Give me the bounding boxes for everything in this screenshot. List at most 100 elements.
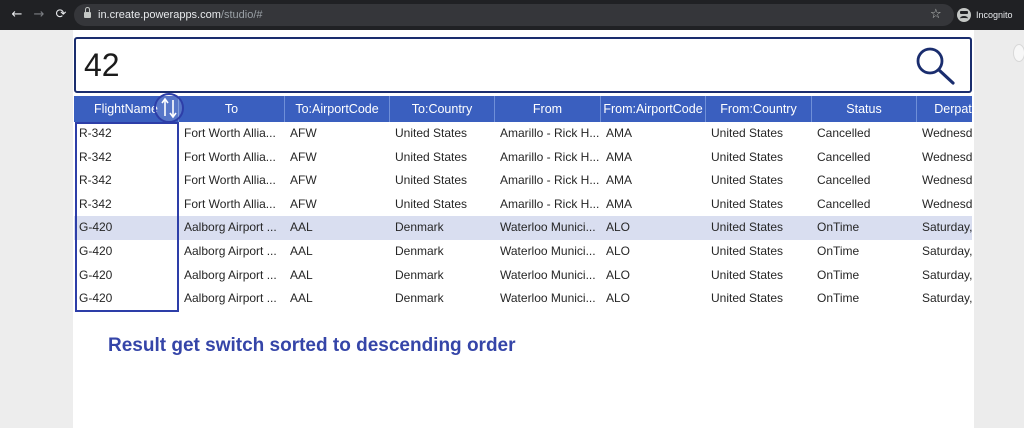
- table-cell: United States: [711, 173, 784, 188]
- table-cell: AFW: [290, 126, 317, 140]
- table-row[interactable]: G-420 Aalborg Airport ... AAL Denmark Waterl…: [74, 216, 972, 240]
- table-cell: AMA: [606, 126, 633, 140]
- table-cell: Saturday,: [922, 291, 972, 306]
- table-cell: OnTime: [817, 267, 860, 282]
- table-row[interactable]: G-420 Aalborg Airport ... AAL Denmark Waterl…: [74, 264, 972, 288]
- table-cell: Wednesd: [922, 126, 972, 140]
- browser-toolbar: ← → ⟳ in.create.powerapps.com/studio/# ☆…: [0, 0, 1024, 30]
- table-cell: Aalborg Airport ...: [184, 291, 277, 306]
- table-cell: AAL: [290, 244, 313, 258]
- table-cell: Waterloo Munici...: [500, 220, 596, 235]
- table-cell: ALO: [606, 267, 631, 282]
- incognito-label: Incognito: [976, 10, 1013, 20]
- column-header-to[interactable]: To: [179, 96, 285, 122]
- table-cell: Fort Worth Allia...: [184, 149, 276, 164]
- table-cell: United States: [711, 149, 784, 164]
- table-cell: Saturday,: [922, 267, 972, 282]
- table-cell: AAL: [290, 267, 313, 282]
- sort-arrows-icon[interactable]: [153, 92, 185, 124]
- table-row[interactable]: R-342 Fort Worth Allia... AFW United States…: [74, 169, 972, 193]
- table-cell: AAL: [290, 220, 313, 235]
- table-cell: OnTime: [817, 220, 860, 235]
- table-row[interactable]: R-342 Fort Worth Allia... AFW United States…: [74, 122, 972, 146]
- star-icon[interactable]: ☆: [930, 7, 942, 23]
- url-host: in.create.powerapps.com: [98, 9, 221, 21]
- table-cell: Cancelled: [817, 173, 871, 188]
- table-row[interactable]: G-420 Aalborg Airport ... AAL Denmark Waterl…: [74, 240, 972, 264]
- search-input[interactable]: [84, 45, 884, 85]
- table-cell: Amarillo - Rick H...: [500, 149, 600, 164]
- table-cell: Aalborg Airport ...: [184, 267, 277, 282]
- table-cell: Cancelled: [817, 126, 871, 140]
- table-cell: Wednesd: [922, 149, 972, 164]
- column-header-derpatu[interactable]: Derpatu: [917, 96, 972, 122]
- table-cell: Fort Worth Allia...: [184, 196, 276, 211]
- flights-data-table: FlightName To To:AirportCode To:Country From…: [74, 96, 972, 312]
- search-box[interactable]: [74, 37, 972, 93]
- studio-gutter: [974, 30, 1024, 428]
- column-header-to-airportcode[interactable]: To:AirportCode: [285, 96, 390, 122]
- table-cell: United States: [711, 196, 784, 211]
- table-cell: Fort Worth Allia...: [184, 126, 276, 140]
- table-cell: Denmark: [395, 220, 444, 235]
- table-cell: Cancelled: [817, 196, 871, 211]
- url-text[interactable]: in.create.powerapps.com/studio/#: [98, 7, 263, 23]
- table-cell: Denmark: [395, 291, 444, 306]
- table-cell: Aalborg Airport ...: [184, 244, 277, 258]
- table-cell: Cancelled: [817, 149, 871, 164]
- table-cell: OnTime: [817, 291, 860, 306]
- table-cell: Wednesd: [922, 196, 972, 211]
- table-cell: AMA: [606, 196, 633, 211]
- table-cell: Saturday,: [922, 220, 972, 235]
- forward-icon[interactable]: →: [30, 6, 48, 24]
- reload-icon[interactable]: ⟳: [52, 6, 70, 24]
- lock-icon: [84, 7, 91, 19]
- table-cell: ALO: [606, 220, 631, 235]
- table-cell: United States: [395, 126, 468, 140]
- back-icon[interactable]: ←: [8, 6, 26, 24]
- table-header: FlightName To To:AirportCode To:Country From…: [74, 96, 972, 122]
- table-cell: Waterloo Munici...: [500, 267, 596, 282]
- table-cell: Wednesd: [922, 173, 972, 188]
- table-cell: ALO: [606, 244, 631, 258]
- table-cell: OnTime: [817, 244, 860, 258]
- table-cell: United States: [711, 126, 784, 140]
- table-cell: Saturday,: [922, 244, 972, 258]
- search-icon[interactable]: [914, 46, 956, 86]
- url-path: /studio/#: [220, 9, 263, 21]
- table-cell: Amarillo - Rick H...: [500, 173, 600, 188]
- table-cell: AFW: [290, 149, 317, 164]
- table-cell: Amarillo - Rick H...: [500, 126, 600, 140]
- table-cell: AFW: [290, 196, 317, 211]
- table-cell: United States: [395, 173, 468, 188]
- table-cell: AMA: [606, 149, 633, 164]
- address-bar[interactable]: in.create.powerapps.com/studio/#: [74, 4, 954, 26]
- table-cell: United States: [395, 196, 468, 211]
- column-header-to-country[interactable]: To:Country: [390, 96, 495, 122]
- table-cell: AFW: [290, 173, 317, 188]
- column-header-from[interactable]: From: [495, 96, 601, 122]
- table-cell: United States: [395, 149, 468, 164]
- table-cell: Aalborg Airport ...: [184, 220, 277, 235]
- table-row[interactable]: G-420 Aalborg Airport ... AAL Denmark Waterl…: [74, 287, 972, 311]
- column-header-from-country[interactable]: From:Country: [706, 96, 812, 122]
- incognito-icon: [957, 8, 971, 22]
- table-cell: United States: [711, 267, 784, 282]
- table-cell: United States: [711, 291, 784, 306]
- table-row[interactable]: R-342 Fort Worth Allia... AFW United States…: [74, 146, 972, 170]
- table-cell: United States: [711, 220, 784, 235]
- flightname-column-highlight: [75, 122, 179, 312]
- table-cell: Amarillo - Rick H...: [500, 196, 600, 211]
- annotation-caption: Result get switch sorted to descending o…: [108, 335, 516, 356]
- table-cell: AAL: [290, 291, 313, 306]
- table-cell: Waterloo Munici...: [500, 244, 596, 258]
- table-row[interactable]: R-342 Fort Worth Allia... AFW United States…: [74, 193, 972, 217]
- column-header-from-airportcode[interactable]: From:AirportCode: [601, 96, 706, 122]
- table-cell: AMA: [606, 173, 633, 188]
- column-header-status[interactable]: Status: [812, 96, 917, 122]
- table-cell: Waterloo Munici...: [500, 291, 596, 306]
- table-cell: United States: [711, 244, 784, 258]
- table-cell: Denmark: [395, 267, 444, 282]
- panel-handle[interactable]: [1013, 44, 1024, 62]
- table-cell: Fort Worth Allia...: [184, 173, 276, 188]
